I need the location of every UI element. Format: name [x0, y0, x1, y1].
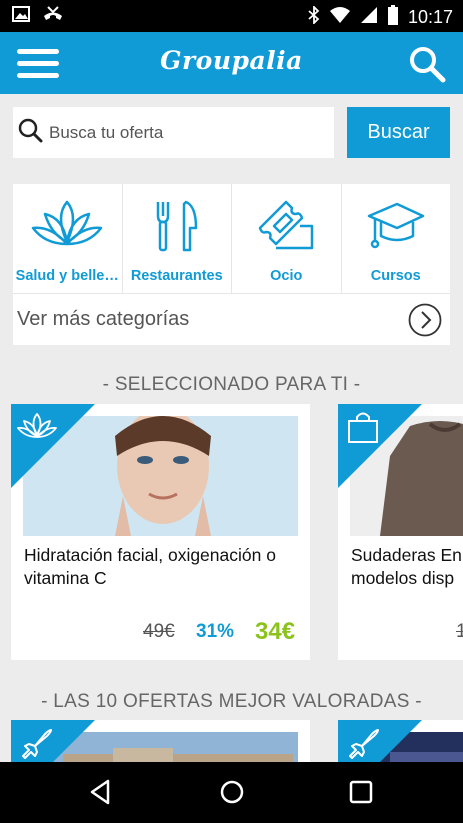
- image-notification-icon: [12, 6, 30, 27]
- status-bar: 10:17: [0, 0, 463, 32]
- airplane-icon: [19, 726, 53, 765]
- deal-title: Hidratación facial, oxigenación o vitami…: [24, 545, 276, 588]
- deal-title: Sudaderas En modelos disp: [351, 545, 462, 588]
- battery-icon: [387, 5, 399, 30]
- ticket-icon: [232, 198, 341, 254]
- shopping-bag-icon: [346, 410, 380, 449]
- lotus-icon: [17, 412, 57, 447]
- app-bar: Groupalia: [0, 32, 463, 94]
- fork-knife-icon: [123, 198, 232, 254]
- categories-card: Salud y belle… Restaurantes Ocio Cursos …: [13, 184, 450, 345]
- deal-old-price: 1: [456, 621, 463, 642]
- section-title-top-rated: - LAS 10 OFERTAS MEJOR VALORADAS -: [41, 691, 422, 712]
- category-courses[interactable]: Cursos: [340, 184, 451, 293]
- graduation-cap-icon: [342, 198, 451, 254]
- system-nav-bar: [0, 762, 463, 823]
- bluetooth-icon: [308, 4, 320, 29]
- category-label: Salud y belle…: [15, 268, 119, 284]
- clock: 10:17: [407, 7, 453, 27]
- chevron-right-icon: [408, 303, 442, 342]
- deal-card[interactable]: Hidratación facial, oxigenación o vitami…: [11, 404, 310, 660]
- search-submit-button[interactable]: Buscar: [347, 107, 450, 158]
- signal-icon: [360, 6, 378, 29]
- search-input[interactable]: Busca tu oferta: [13, 107, 334, 158]
- search-icon: [17, 117, 43, 148]
- section-title-selected: - SELECCIONADO PARA TI -: [102, 374, 361, 395]
- wifi-icon: [329, 6, 351, 29]
- category-leisure[interactable]: Ocio: [231, 184, 341, 293]
- deal-old-price: 49€: [143, 621, 175, 642]
- more-categories-link[interactable]: Ver más categorías: [13, 294, 450, 344]
- category-beauty[interactable]: Salud y belle…: [13, 184, 122, 293]
- lotus-icon: [13, 198, 122, 254]
- home-icon[interactable]: [218, 778, 246, 811]
- search-button-top[interactable]: [407, 44, 447, 84]
- more-categories-label: Ver más categorías: [17, 308, 190, 330]
- deal-price: 34€: [255, 618, 296, 645]
- missed-call-icon: [42, 6, 64, 27]
- category-label: Cursos: [370, 268, 421, 284]
- airplane-icon: [346, 726, 380, 765]
- search-placeholder: Busca tu oferta: [49, 122, 164, 142]
- recents-icon[interactable]: [347, 778, 375, 811]
- app-logo: Groupalia: [160, 46, 303, 75]
- category-label: Restaurantes: [130, 268, 223, 284]
- search-icon: [410, 47, 446, 83]
- category-restaurants[interactable]: Restaurantes: [121, 184, 232, 293]
- category-label: Ocio: [270, 268, 303, 284]
- deal-card[interactable]: Sudaderas En modelos disp 1: [338, 404, 463, 660]
- back-icon[interactable]: [88, 778, 116, 811]
- deal-discount: 31%: [196, 621, 235, 642]
